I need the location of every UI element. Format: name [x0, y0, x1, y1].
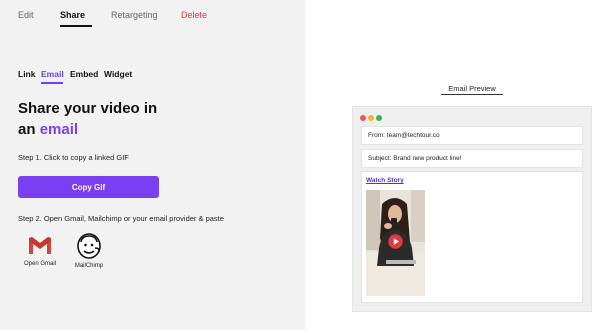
gmail-icon — [29, 237, 51, 254]
window-maximize-dot — [376, 115, 382, 121]
mailchimp-label: MailChimp — [74, 263, 104, 269]
step2-text: Step 2. Open Gmail, Mailchimp or your em… — [18, 214, 224, 223]
copy-gif-button[interactable]: Copy Gif — [18, 176, 159, 198]
watch-story-link[interactable]: Watch Story — [366, 177, 404, 184]
preview-title-underline — [441, 94, 503, 95]
active-subtab-indicator — [41, 82, 63, 84]
email-subject-field: Subject: Brand new product line! — [361, 149, 583, 168]
subtab-email[interactable]: Email — [41, 69, 64, 79]
title-line1: Share your video in — [18, 100, 158, 117]
window-minimize-dot — [368, 115, 374, 121]
title-line2-prefix: an — [18, 121, 36, 138]
window-close-dot — [360, 115, 366, 121]
subtab-embed[interactable]: Embed — [70, 69, 98, 79]
play-icon[interactable] — [388, 234, 403, 249]
page-title: Share your video in an email — [18, 98, 218, 140]
mailchimp-icon — [77, 233, 101, 259]
video-thumbnail[interactable] — [366, 190, 425, 296]
top-tab-bar: Edit Share Retargeting Delete — [0, 0, 305, 28]
share-panel — [0, 0, 305, 330]
email-preview-title: Email Preview — [448, 84, 496, 93]
tab-retargeting[interactable]: Retargeting — [111, 10, 158, 20]
open-gmail-button[interactable]: Open Gmail — [15, 233, 65, 267]
active-tab-indicator — [60, 25, 92, 27]
title-accent: email — [39, 121, 79, 138]
subtab-link[interactable]: Link — [18, 69, 35, 79]
tab-share[interactable]: Share — [60, 10, 85, 20]
step1-text: Step 1. Click to copy a linked GIF — [18, 153, 129, 162]
tab-delete[interactable]: Delete — [181, 10, 207, 20]
open-mailchimp-button[interactable]: MailChimp — [64, 233, 114, 269]
email-from-field: From: team@techtour.co — [361, 126, 583, 145]
subtab-widget[interactable]: Widget — [104, 69, 132, 79]
gmail-label: Open Gmail — [23, 261, 56, 267]
tab-edit[interactable]: Edit — [18, 10, 34, 20]
